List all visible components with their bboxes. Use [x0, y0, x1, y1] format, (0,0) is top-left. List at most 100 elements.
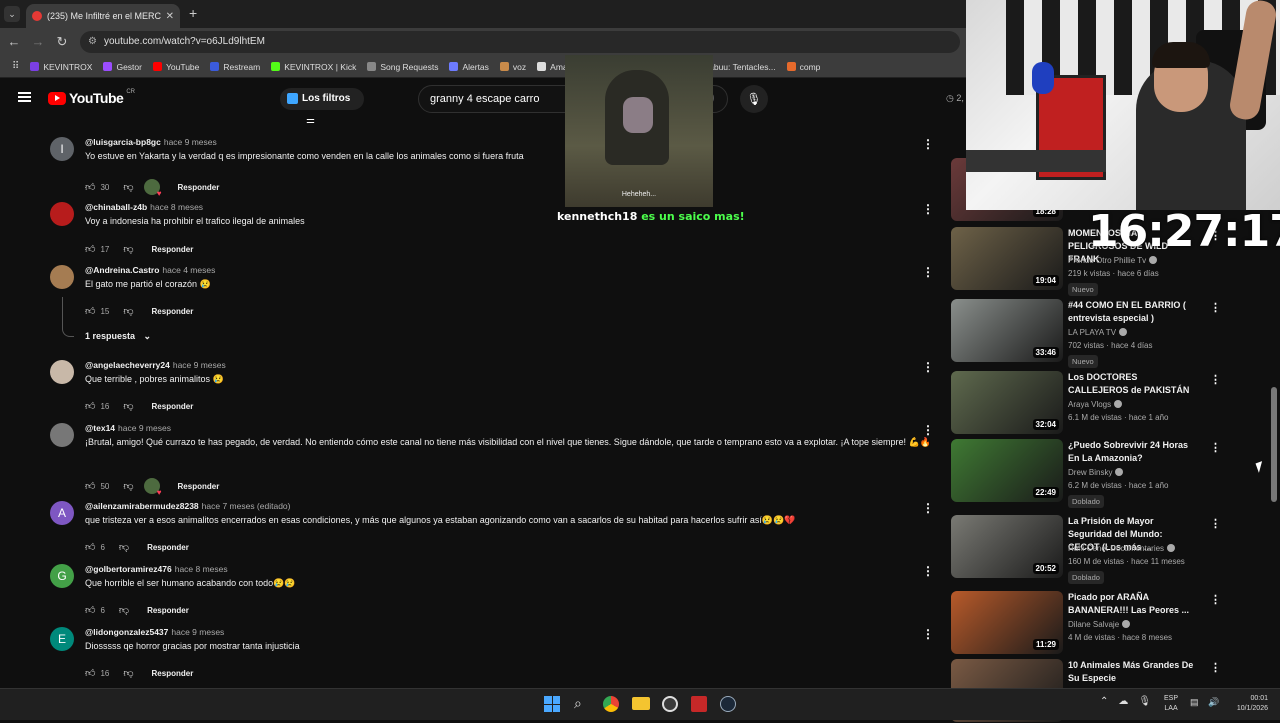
more-options-icon[interactable]: ⋮ — [922, 360, 934, 374]
steam-icon[interactable] — [720, 696, 736, 712]
thumbs-up-icon[interactable]: 👍︎ — [85, 604, 95, 616]
more-options-icon[interactable]: ⋮ — [922, 202, 934, 216]
channel-name[interactable]: Araya Vlogs — [1068, 400, 1123, 409]
avatar[interactable]: A — [50, 501, 74, 525]
recommended-video[interactable]: 20:52 La Prisión de Mayor Seguridad del M… — [951, 515, 1221, 584]
more-options-icon[interactable]: ⋮ — [1210, 593, 1221, 606]
comment-time[interactable]: hace 9 meses — [171, 627, 224, 637]
video-title[interactable]: 10 Animales Más Grandes De Su Especie — [1068, 659, 1196, 685]
address-bar[interactable]: ⚙ youtube.com/watch?v=o6JLd9lhtEM — [80, 31, 960, 53]
video-thumbnail[interactable]: 32:04 — [951, 371, 1063, 434]
avatar[interactable]: I — [50, 137, 74, 161]
site-info-icon[interactable]: ⚙ — [88, 31, 97, 53]
thumbs-up-icon[interactable]: 👍︎ — [85, 400, 95, 412]
thumbs-down-icon[interactable]: 👎︎ — [123, 480, 133, 492]
chevron-up-icon[interactable]: ⌃ — [1100, 696, 1108, 707]
channel-name[interactable]: Prende Otro Phillie Tv — [1068, 256, 1158, 265]
comment-time[interactable]: hace 7 meses (editado) — [202, 501, 291, 511]
comment-author[interactable]: @luisgarcia-bp8gc — [85, 137, 161, 147]
obs-icon[interactable] — [662, 696, 678, 712]
comment-time[interactable]: hace 9 meses — [164, 137, 217, 147]
thumbs-down-icon[interactable]: 👎︎ — [123, 243, 133, 255]
replies-toggle[interactable]: 1 respuesta ⌄ — [85, 331, 151, 342]
search-taskbar-icon[interactable]: ⌕ — [574, 695, 582, 712]
more-options-icon[interactable]: ⋮ — [1210, 441, 1221, 454]
thumbs-down-icon[interactable]: 👎︎ — [119, 541, 129, 553]
thumbs-down-icon[interactable]: 👎︎ — [123, 181, 133, 193]
comment-author[interactable]: @Andreina.Castro — [85, 265, 159, 275]
bookmark-item[interactable]: Restream — [210, 62, 260, 72]
reload-icon[interactable]: ↻ — [54, 34, 70, 50]
thumbs-up-icon[interactable]: 👍︎ — [85, 667, 95, 679]
forward-arrow-icon[interactable]: → — [30, 34, 46, 49]
comment-author[interactable]: @ailenzamirabermudez8238 — [85, 501, 199, 511]
page-scrollbar[interactable] — [1271, 387, 1277, 502]
mic-icon[interactable]: 🎙 — [740, 85, 768, 113]
video-title[interactable]: #44 COMO EN EL BARRIO ( entrevista espec… — [1068, 299, 1196, 325]
channel-name[interactable]: Drew Binsky — [1068, 468, 1124, 477]
cloud-icon[interactable]: ☁ — [1118, 696, 1128, 707]
comment-time[interactable]: hace 9 meses — [173, 360, 226, 370]
file-explorer-icon[interactable] — [632, 697, 650, 710]
channel-name[interactable]: Dilane Salvaje — [1068, 620, 1131, 629]
recommended-video[interactable]: 33:46 #44 COMO EN EL BARRIO ( entrevista … — [951, 299, 1221, 368]
bookmark-item[interactable]: KEVINTROX | Kick — [271, 62, 356, 72]
avatar[interactable] — [50, 202, 74, 226]
avatar[interactable] — [50, 265, 74, 289]
youtube-logo[interactable]: YouTube CR — [48, 89, 135, 106]
thumbs-up-icon[interactable]: 👍︎ — [85, 243, 95, 255]
tab-list-button[interactable]: ⌄ — [4, 6, 20, 22]
more-options-icon[interactable]: ⋮ — [922, 137, 934, 151]
thumbs-down-icon[interactable]: 👎︎ — [123, 667, 133, 679]
comment-author[interactable]: @chinaball-z4b — [85, 202, 147, 212]
menu-icon[interactable] — [18, 92, 31, 102]
more-options-icon[interactable]: ⋮ — [922, 501, 934, 515]
bookmark-item[interactable]: Alertas — [449, 62, 489, 72]
comment-time[interactable]: hace 4 meses — [162, 265, 215, 275]
video-thumbnail[interactable]: 22:49 — [951, 439, 1063, 502]
tab-close-icon[interactable]: ✕ — [166, 11, 174, 22]
more-options-icon[interactable]: ⋮ — [1210, 373, 1221, 386]
chrome-icon[interactable] — [603, 696, 619, 712]
reply-button[interactable]: Responder — [178, 482, 220, 491]
apps-grid-icon[interactable]: ⠿ — [12, 61, 19, 72]
bookmark-item[interactable]: voz — [499, 62, 526, 72]
more-options-icon[interactable]: ⋮ — [922, 265, 934, 279]
comment-author[interactable]: @golbertoramirez476 — [85, 564, 172, 574]
bookmark-item[interactable]: Song Requests — [367, 62, 438, 72]
more-options-icon[interactable]: ⋮ — [1210, 661, 1221, 674]
thumbs-down-icon[interactable]: 👎︎ — [123, 400, 133, 412]
avatar[interactable]: E — [50, 627, 74, 651]
back-arrow-icon[interactable]: ← — [6, 34, 22, 49]
windows-start-icon[interactable] — [544, 696, 560, 712]
more-options-icon[interactable]: ⋮ — [922, 423, 934, 437]
thumbs-down-icon[interactable]: 👎︎ — [123, 305, 133, 317]
video-thumbnail[interactable]: 33:46 — [951, 299, 1063, 362]
comment-time[interactable]: hace 8 meses — [175, 564, 228, 574]
video-thumbnail[interactable]: 11:29 — [951, 591, 1063, 654]
bookmark-item[interactable]: comp — [786, 62, 820, 72]
avatar[interactable]: G — [50, 564, 74, 588]
comment-time[interactable]: hace 9 meses — [118, 423, 171, 433]
comment-author[interactable]: @lidongonzalez5437 — [85, 627, 168, 637]
language-indicator[interactable]: ESP LAA — [1164, 694, 1178, 714]
more-options-icon[interactable]: ⋮ — [1210, 517, 1221, 530]
thumbs-up-icon[interactable]: 👍︎ — [85, 541, 95, 553]
comment-time[interactable]: hace 8 meses — [150, 202, 203, 212]
reply-button[interactable]: Responder — [178, 183, 220, 192]
browser-tab-active[interactable]: (235) Me Infiltré en el MERCADO ✕ — [26, 4, 180, 28]
bookmark-item[interactable]: YouTube — [152, 62, 199, 72]
app-icon[interactable] — [691, 696, 707, 712]
network-icon[interactable]: ▤ — [1190, 697, 1199, 708]
bookmark-item[interactable]: KEVINTROX — [30, 62, 92, 72]
reply-button[interactable]: Responder — [152, 402, 194, 411]
reply-button[interactable]: Responder — [147, 543, 189, 552]
volume-icon[interactable]: 🔊 — [1208, 697, 1219, 708]
video-title[interactable]: Los DOCTORES CALLEJEROS de PAKISTÁN — [1068, 371, 1196, 397]
reply-button[interactable]: Responder — [152, 245, 194, 254]
thumbs-down-icon[interactable]: 👎︎ — [119, 604, 129, 616]
avatar[interactable] — [50, 360, 74, 384]
more-options-icon[interactable]: ⋮ — [1210, 301, 1221, 314]
mic-tray-icon[interactable]: 🎙 — [1138, 696, 1151, 707]
reply-button[interactable]: Responder — [152, 669, 194, 678]
